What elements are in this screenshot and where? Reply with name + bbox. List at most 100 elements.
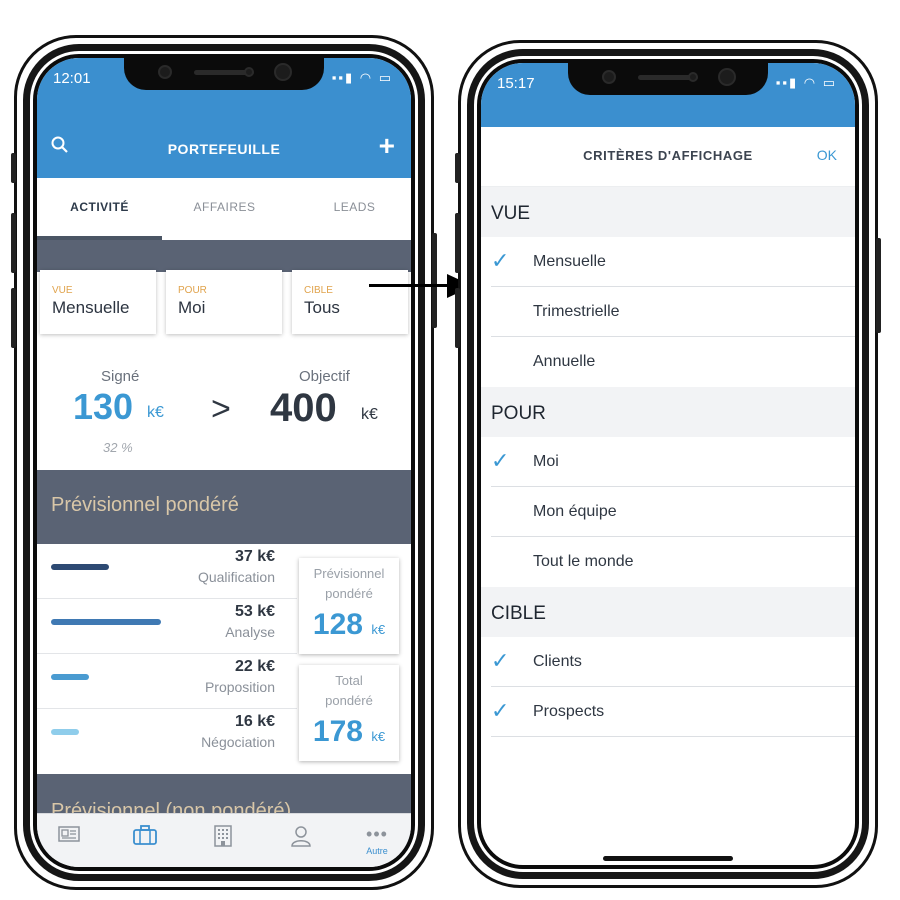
option-label: Mensuelle <box>533 253 606 270</box>
option-clients[interactable]: ✓ Clients <box>481 637 855 687</box>
status-icons: ▪▪▮ ◠ ▭ <box>776 75 837 91</box>
briefcase-icon[interactable] <box>125 824 165 852</box>
battery-icon: ▭ <box>822 75 837 90</box>
plus-icon[interactable]: + <box>379 130 395 162</box>
newspaper-icon[interactable] <box>49 824 89 850</box>
option-label: Tout le monde <box>533 553 634 570</box>
camera <box>158 65 172 79</box>
card-value: 128 <box>312 608 363 641</box>
stage-amount: 37 k€ <box>234 548 275 565</box>
tab-affaires[interactable]: AFFAIRES <box>162 178 287 240</box>
card-label: Total <box>335 673 363 688</box>
phone-side-button <box>876 238 881 333</box>
weighted-forecast-card[interactable]: Prévisionnel pondéré 128 k€ <box>299 558 399 654</box>
phone-side-button <box>432 233 437 328</box>
stage-amount: 16 k€ <box>234 713 275 730</box>
stage-row[interactable]: 16 k€ Négociation <box>37 709 297 764</box>
tab-activite[interactable]: ACTIVITÉ <box>37 178 162 240</box>
selector-cible[interactable]: CIBLE Tous <box>292 270 408 334</box>
selector-value: Moi <box>178 298 206 317</box>
card-label: Prévisionnel <box>313 566 385 581</box>
notch <box>124 58 324 90</box>
selector-caption: VUE <box>52 285 73 296</box>
total-weighted-card[interactable]: Total pondéré 178 k€ <box>299 665 399 761</box>
option-tout-le-monde[interactable]: Tout le monde <box>481 537 855 587</box>
bottom-tab-bar: ••• Autre <box>37 813 411 867</box>
signed-value: 130 <box>73 386 134 427</box>
option-label: Annuelle <box>533 353 596 370</box>
objective-unit: k€ <box>361 406 378 423</box>
filter-selectors: VUE Mensuelle POUR Moi CIBLE Tous <box>37 240 411 340</box>
checkmark-icon: ✓ <box>491 648 510 673</box>
stage-bar <box>51 674 89 680</box>
section-header-cible: CIBLE <box>481 587 855 637</box>
sensor <box>244 67 254 77</box>
stage-row[interactable]: 37 k€ Qualification <box>37 544 297 599</box>
phone-side-button <box>11 213 16 273</box>
separator-symbol: > <box>211 390 231 428</box>
section-title: Prévisionnel pondéré <box>51 494 239 516</box>
building-icon[interactable] <box>203 824 243 854</box>
signal-icon: ▪▪▮ <box>775 75 799 90</box>
phone-side-button <box>11 288 16 348</box>
objective-value: 400 <box>270 386 337 430</box>
notch <box>568 63 768 95</box>
screen-left: 12:01 ▪▪▮ ◠ ▭ PORTEFEUILLE + ACTIVITÉ AF… <box>33 54 415 871</box>
option-label: Mon équipe <box>533 503 617 520</box>
phone-side-button <box>455 288 460 348</box>
checkmark-icon: ✓ <box>491 448 510 473</box>
card-label: pondéré <box>325 693 373 708</box>
phone-left: 12:01 ▪▪▮ ◠ ▭ PORTEFEUILLE + ACTIVITÉ AF… <box>11 35 437 890</box>
selector-caption: POUR <box>178 285 207 296</box>
card-label: pondéré <box>325 586 373 601</box>
user-icon[interactable] <box>281 824 321 854</box>
section-header-pour: POUR <box>481 387 855 437</box>
stage-bar <box>51 729 79 735</box>
checkmark-icon: ✓ <box>491 248 510 273</box>
selector-value: Tous <box>304 298 340 317</box>
screen-right: 15:17 ▪▪▮ ◠ ▭ CRITÈRES D'AFFICHAGE OK VU… <box>477 59 859 869</box>
nav-bar: CRITÈRES D'AFFICHAGE OK <box>481 127 855 187</box>
option-annuelle[interactable]: Annuelle <box>481 337 855 387</box>
stage-name: Analyse <box>225 624 275 640</box>
selector-vue[interactable]: VUE Mensuelle <box>40 270 156 334</box>
option-moi[interactable]: ✓ Moi <box>481 437 855 487</box>
stage-row[interactable]: 22 k€ Proposition <box>37 654 297 709</box>
phone-right: 15:17 ▪▪▮ ◠ ▭ CRITÈRES D'AFFICHAGE OK VU… <box>455 40 881 888</box>
tab-leads[interactable]: LEADS <box>292 178 411 240</box>
stage-amount: 53 k€ <box>234 603 275 620</box>
weighted-section-header: Prévisionnel pondéré <box>37 470 411 544</box>
criteria-list: VUE ✓ Mensuelle Trimestrielle Annuelle P… <box>481 187 855 737</box>
more-icon[interactable]: ••• Autre <box>357 820 397 856</box>
ok-button[interactable]: OK <box>817 147 837 163</box>
phone-side-button <box>455 153 460 183</box>
stage-list: 37 k€ Qualification 53 k€ Analyse 22 k€ … <box>37 544 297 764</box>
option-label: Clients <box>533 653 582 670</box>
sensor <box>688 72 698 82</box>
status-icons: ▪▪▮ ◠ ▭ <box>332 70 393 86</box>
page-title: PORTEFEUILLE <box>167 141 281 157</box>
selector-pour[interactable]: POUR Moi <box>166 270 282 334</box>
signed-percent: 32 % <box>103 440 133 455</box>
stage-name: Qualification <box>197 569 275 585</box>
option-prospects[interactable]: ✓ Prospects <box>481 687 855 737</box>
option-label: Moi <box>533 453 559 470</box>
comparison-page: 12:01 ▪▪▮ ◠ ▭ PORTEFEUILLE + ACTIVITÉ AF… <box>0 0 900 900</box>
option-trimestrielle[interactable]: Trimestrielle <box>481 287 855 337</box>
more-label: Autre <box>366 846 388 856</box>
stage-name: Négociation <box>201 734 275 750</box>
card-value: 178 <box>312 715 363 748</box>
option-mon-equipe[interactable]: Mon équipe <box>481 487 855 537</box>
wifi-icon: ◠ <box>803 75 818 90</box>
option-label: Trimestrielle <box>533 303 620 320</box>
phone-side-button <box>11 153 16 183</box>
stage-row[interactable]: 53 k€ Analyse <box>37 599 297 654</box>
status-time: 12:01 <box>53 70 91 87</box>
option-label: Prospects <box>533 703 605 720</box>
stage-bar <box>51 564 109 570</box>
page-title: CRITÈRES D'AFFICHAGE <box>583 148 753 163</box>
signed-unit: k€ <box>147 404 164 421</box>
option-mensuelle[interactable]: ✓ Mensuelle <box>481 237 855 287</box>
arrow-right-icon <box>369 284 449 287</box>
camera <box>274 63 292 81</box>
